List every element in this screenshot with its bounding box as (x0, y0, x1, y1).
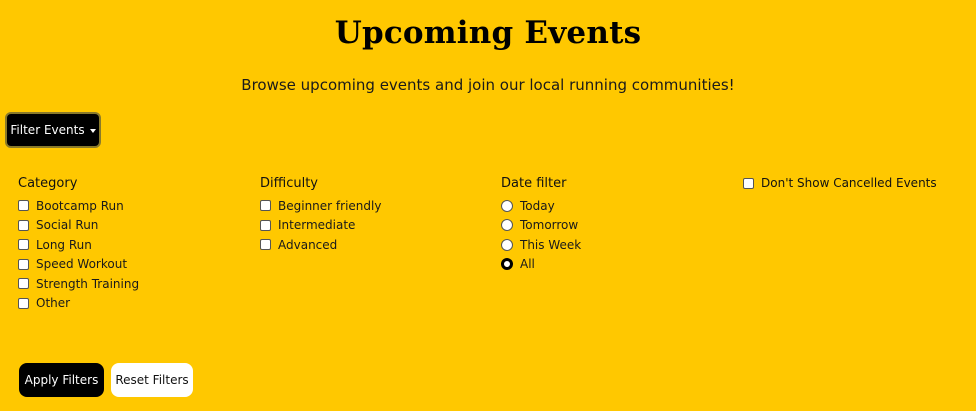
radio-button[interactable] (501, 199, 513, 212)
checkbox[interactable] (260, 239, 271, 251)
caret-down-icon (89, 128, 96, 133)
date-filter-group: Date filter Today Tomorrow This Week All (501, 176, 581, 274)
option-label: Today (520, 198, 555, 213)
checkbox[interactable] (260, 219, 271, 231)
option-label: Tomorrow (520, 218, 579, 233)
filter-events-label: Filter Events (10, 123, 85, 137)
difficulty-option[interactable]: Beginner friendly (260, 196, 381, 216)
checkbox[interactable] (743, 177, 754, 189)
category-option[interactable]: Other (18, 294, 139, 314)
date-option-all[interactable]: All (501, 255, 581, 275)
difficulty-option[interactable]: Advanced (260, 235, 381, 255)
difficulty-filter-group: Difficulty Beginner friendly Intermediat… (260, 176, 381, 255)
radio-button[interactable] (501, 238, 513, 251)
checkbox[interactable] (18, 278, 29, 290)
option-label: Strength Training (36, 276, 140, 291)
checkbox[interactable] (18, 239, 29, 251)
checkbox[interactable] (18, 258, 29, 270)
radio-button[interactable] (501, 219, 513, 232)
checkbox[interactable] (18, 219, 29, 231)
difficulty-title: Difficulty (260, 176, 318, 191)
apply-filters-button[interactable]: Apply Filters (19, 363, 104, 397)
option-label: This Week (520, 237, 582, 252)
page-subtitle: Browse upcoming events and join our loca… (241, 76, 735, 94)
category-filter-group: Category Bootcamp Run Social Run Long Ru… (18, 176, 139, 313)
category-option[interactable]: Long Run (18, 235, 139, 255)
option-label: Other (36, 296, 71, 311)
option-label: Intermediate (278, 218, 356, 233)
date-option-tomorrow[interactable]: Tomorrow (501, 216, 581, 236)
option-label: All (520, 257, 535, 272)
date-option-this-week[interactable]: This Week (501, 235, 581, 255)
checkbox[interactable] (18, 200, 29, 212)
checkbox[interactable] (260, 200, 271, 212)
reset-filters-button[interactable]: Reset Filters (111, 363, 193, 397)
difficulty-option[interactable]: Intermediate (260, 216, 381, 236)
page-title: Upcoming Events (334, 15, 642, 51)
category-option[interactable]: Social Run (18, 216, 139, 236)
option-label: Social Run (36, 218, 99, 233)
category-option[interactable]: Strength Training (18, 274, 139, 294)
radio-button-selected[interactable] (501, 258, 513, 271)
filter-events-button[interactable]: Filter Events (5, 112, 101, 148)
date-filter-title: Date filter (501, 176, 567, 191)
checkbox[interactable] (18, 297, 29, 309)
option-label: Bootcamp Run (36, 198, 124, 213)
hide-cancelled-events-option[interactable]: Don't Show Cancelled Events (743, 176, 937, 190)
option-label: Advanced (278, 237, 338, 252)
option-label: Beginner friendly (278, 198, 382, 213)
category-option[interactable]: Bootcamp Run (18, 196, 139, 216)
option-label: Long Run (36, 237, 92, 252)
category-title: Category (18, 176, 78, 191)
category-option[interactable]: Speed Workout (18, 255, 139, 275)
option-label: Speed Workout (36, 257, 128, 272)
date-option-today[interactable]: Today (501, 196, 581, 216)
option-label: Don't Show Cancelled Events (761, 176, 937, 190)
